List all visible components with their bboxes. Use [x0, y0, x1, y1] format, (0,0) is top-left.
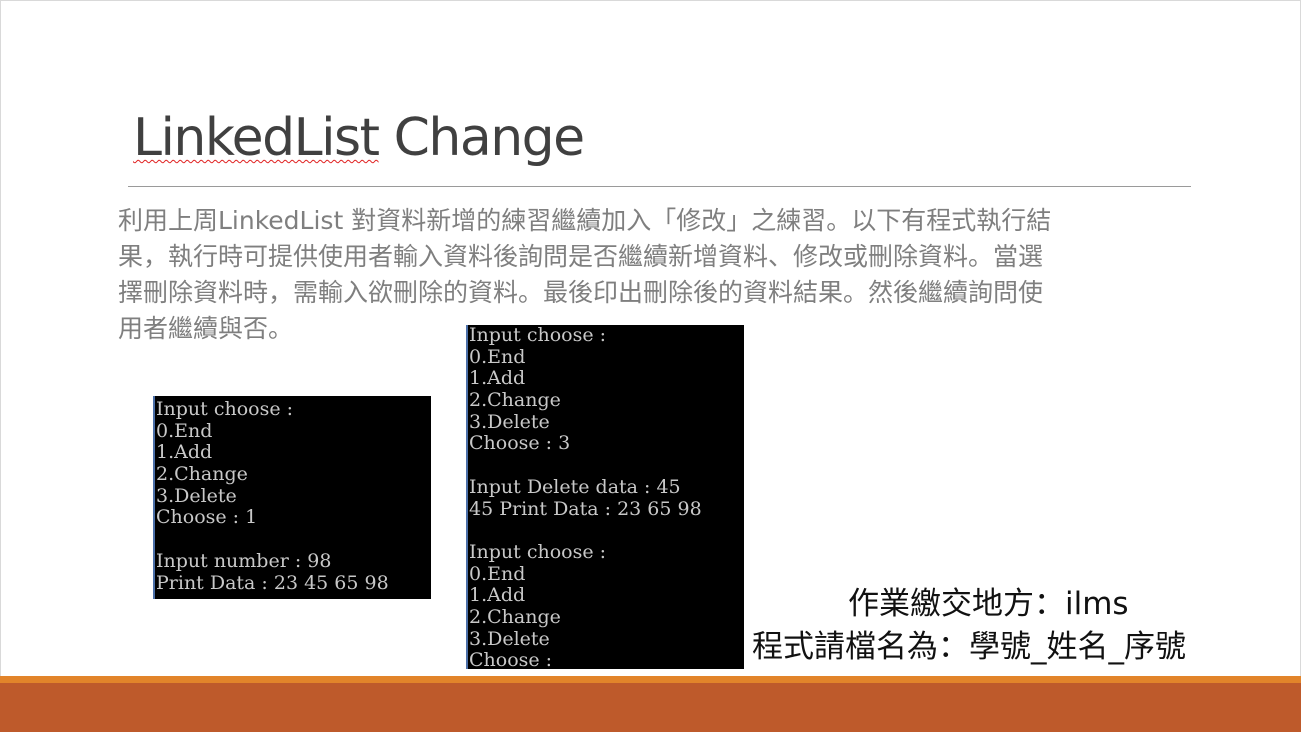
console-line: Print Data : 23 45 65 98 — [156, 571, 389, 594]
console-line: 3.Delete — [156, 484, 237, 507]
console-line: 2.Change — [469, 389, 561, 412]
console-line: 45 Print Data : 23 65 98 — [469, 497, 702, 520]
console-line: 0.End — [469, 345, 526, 368]
console-line: Input choose : — [156, 398, 294, 420]
body-line: 利用上周LinkedList 對資料新增的練習繼續加入「修改」之練習。以下有程式… — [118, 206, 1052, 235]
console-screenshot-add: Input choose : 0.End 1.Add 2.Change 3.De… — [153, 396, 431, 599]
console-line: 1.Add — [156, 441, 213, 464]
console-line: 3.Delete — [469, 627, 550, 650]
console-line: 0.End — [156, 419, 213, 442]
console-line: 1.Add — [469, 367, 526, 390]
spellcheck-underlined-word: LinkedList — [133, 108, 380, 168]
title-rest: Change — [378, 108, 586, 168]
file-naming-rule: 程式請檔名為：學號_姓名_序號 — [752, 629, 1186, 665]
footer-band — [0, 683, 1301, 732]
console-line: 1.Add — [469, 584, 526, 607]
console-line: 2.Change — [469, 605, 561, 628]
console-line: Choose : 1 — [156, 506, 258, 529]
console-line: Choose : 3 — [469, 432, 571, 455]
submission-location: 作業繳交地方：ilms — [848, 586, 1129, 622]
footer-accent-bar — [0, 676, 1301, 683]
console-line: Input choose : — [469, 540, 607, 563]
body-line: 擇刪除資料時，需輸入欲刪除的資料。最後印出刪除後的資料結果。然後繼續詢問使 — [118, 278, 1044, 307]
console-screenshot-delete: Input choose : 0.End 1.Add 2.Change 3.De… — [466, 325, 744, 669]
console-line: Input number : 98 — [156, 549, 332, 572]
body-line: 果，執行時可提供使用者輸入資料後詢問是否繼續新增資料、修改或刪除資料。當選 — [118, 242, 1044, 271]
slide-title: LinkedList Change — [133, 108, 586, 168]
console-line: Input choose : — [469, 325, 607, 346]
console-line: 2.Change — [156, 463, 248, 486]
console-line: 3.Delete — [469, 410, 550, 433]
console-line: 0.End — [469, 562, 526, 585]
title-divider — [128, 186, 1191, 187]
console-line: Input Delete data : 45 — [469, 475, 681, 498]
console-line: Choose : — [469, 649, 553, 669]
